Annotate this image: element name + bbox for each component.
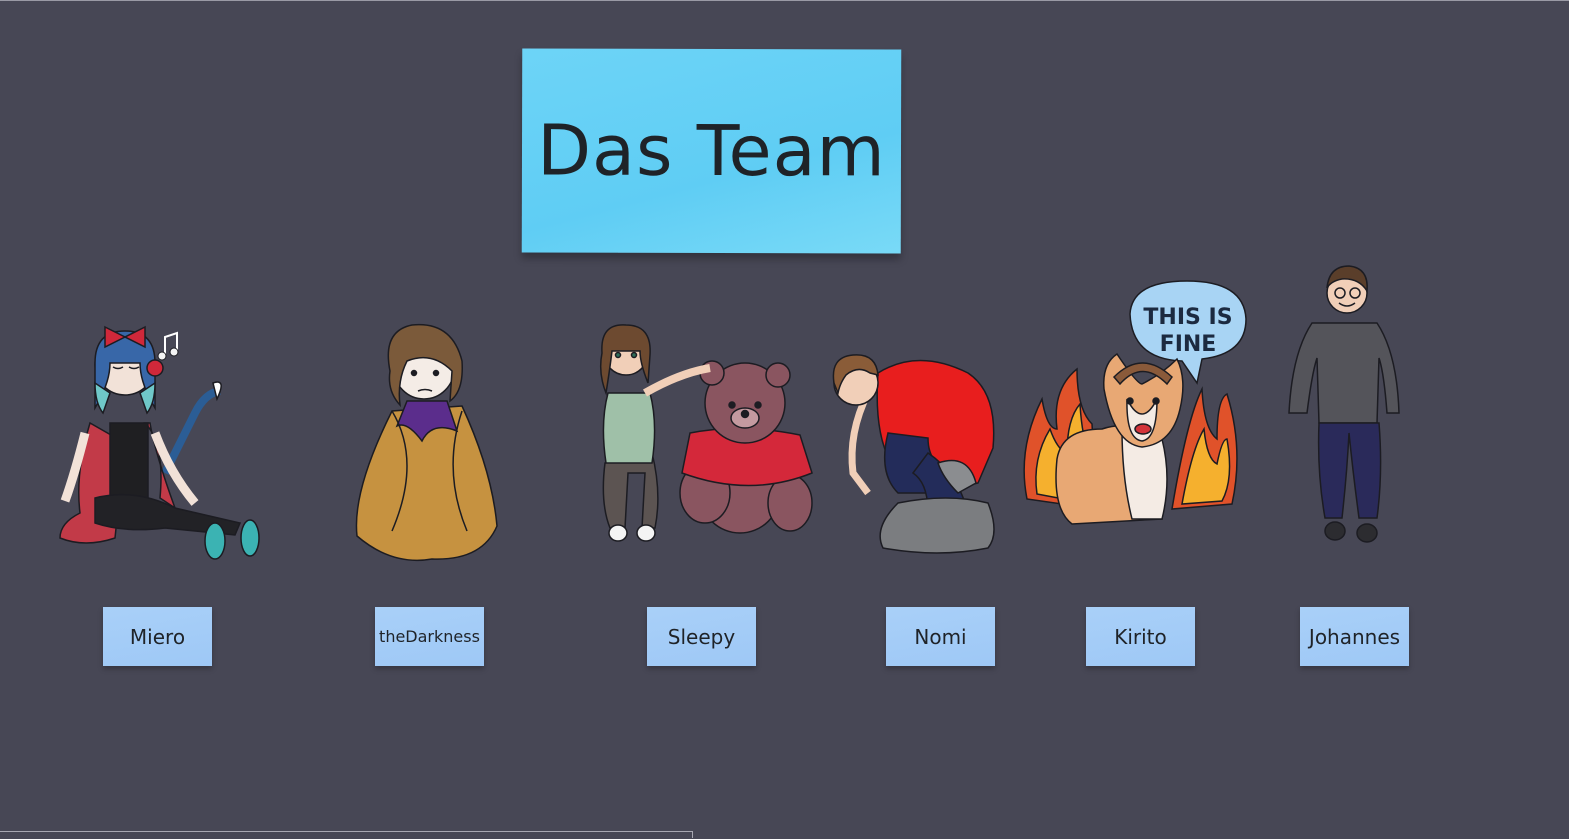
miero-illustration xyxy=(59,325,260,560)
horizontal-scrollbar[interactable] xyxy=(0,831,1569,839)
nomi-illustration xyxy=(832,354,995,554)
name-label: theDarkness xyxy=(379,627,480,646)
name-note-thedarkness[interactable]: theDarkness xyxy=(375,607,484,666)
title-sticky-note[interactable]: Das Team xyxy=(521,48,902,254)
thedarkness-illustration xyxy=(355,323,498,562)
name-label: Nomi xyxy=(914,624,967,649)
name-label: Kirito xyxy=(1114,624,1167,649)
name-note-johannes[interactable]: Johannes xyxy=(1300,607,1409,666)
whiteboard-canvas[interactable]: Das Team THIS IS FINE Miero theDarkness … xyxy=(0,0,1569,839)
sleepy-sticker[interactable] xyxy=(590,323,820,545)
name-label: Johannes xyxy=(1308,624,1401,649)
name-label: Miero xyxy=(129,624,186,649)
johannes-sticker[interactable] xyxy=(1287,263,1402,563)
thedarkness-sticker[interactable] xyxy=(352,321,502,566)
kirito-illustration: THIS IS FINE xyxy=(1023,280,1247,525)
name-label: Sleepy xyxy=(667,624,736,649)
name-note-sleepy[interactable]: Sleepy xyxy=(647,607,756,666)
title-text: Das Team xyxy=(537,109,886,193)
miero-sticker[interactable] xyxy=(55,323,265,563)
sleepy-illustration xyxy=(599,324,813,542)
bubble-text-line1: THIS IS xyxy=(1143,305,1232,330)
name-note-miero[interactable]: Miero xyxy=(103,607,212,666)
johannes-illustration xyxy=(1288,265,1400,543)
scrollbar-thumb[interactable] xyxy=(0,831,693,838)
name-note-nomi[interactable]: Nomi xyxy=(886,607,995,666)
kirito-sticker[interactable]: THIS IS FINE xyxy=(1022,279,1250,537)
name-note-kirito[interactable]: Kirito xyxy=(1086,607,1195,666)
bubble-text-line2: FINE xyxy=(1160,332,1217,357)
nomi-sticker[interactable] xyxy=(828,353,1000,561)
